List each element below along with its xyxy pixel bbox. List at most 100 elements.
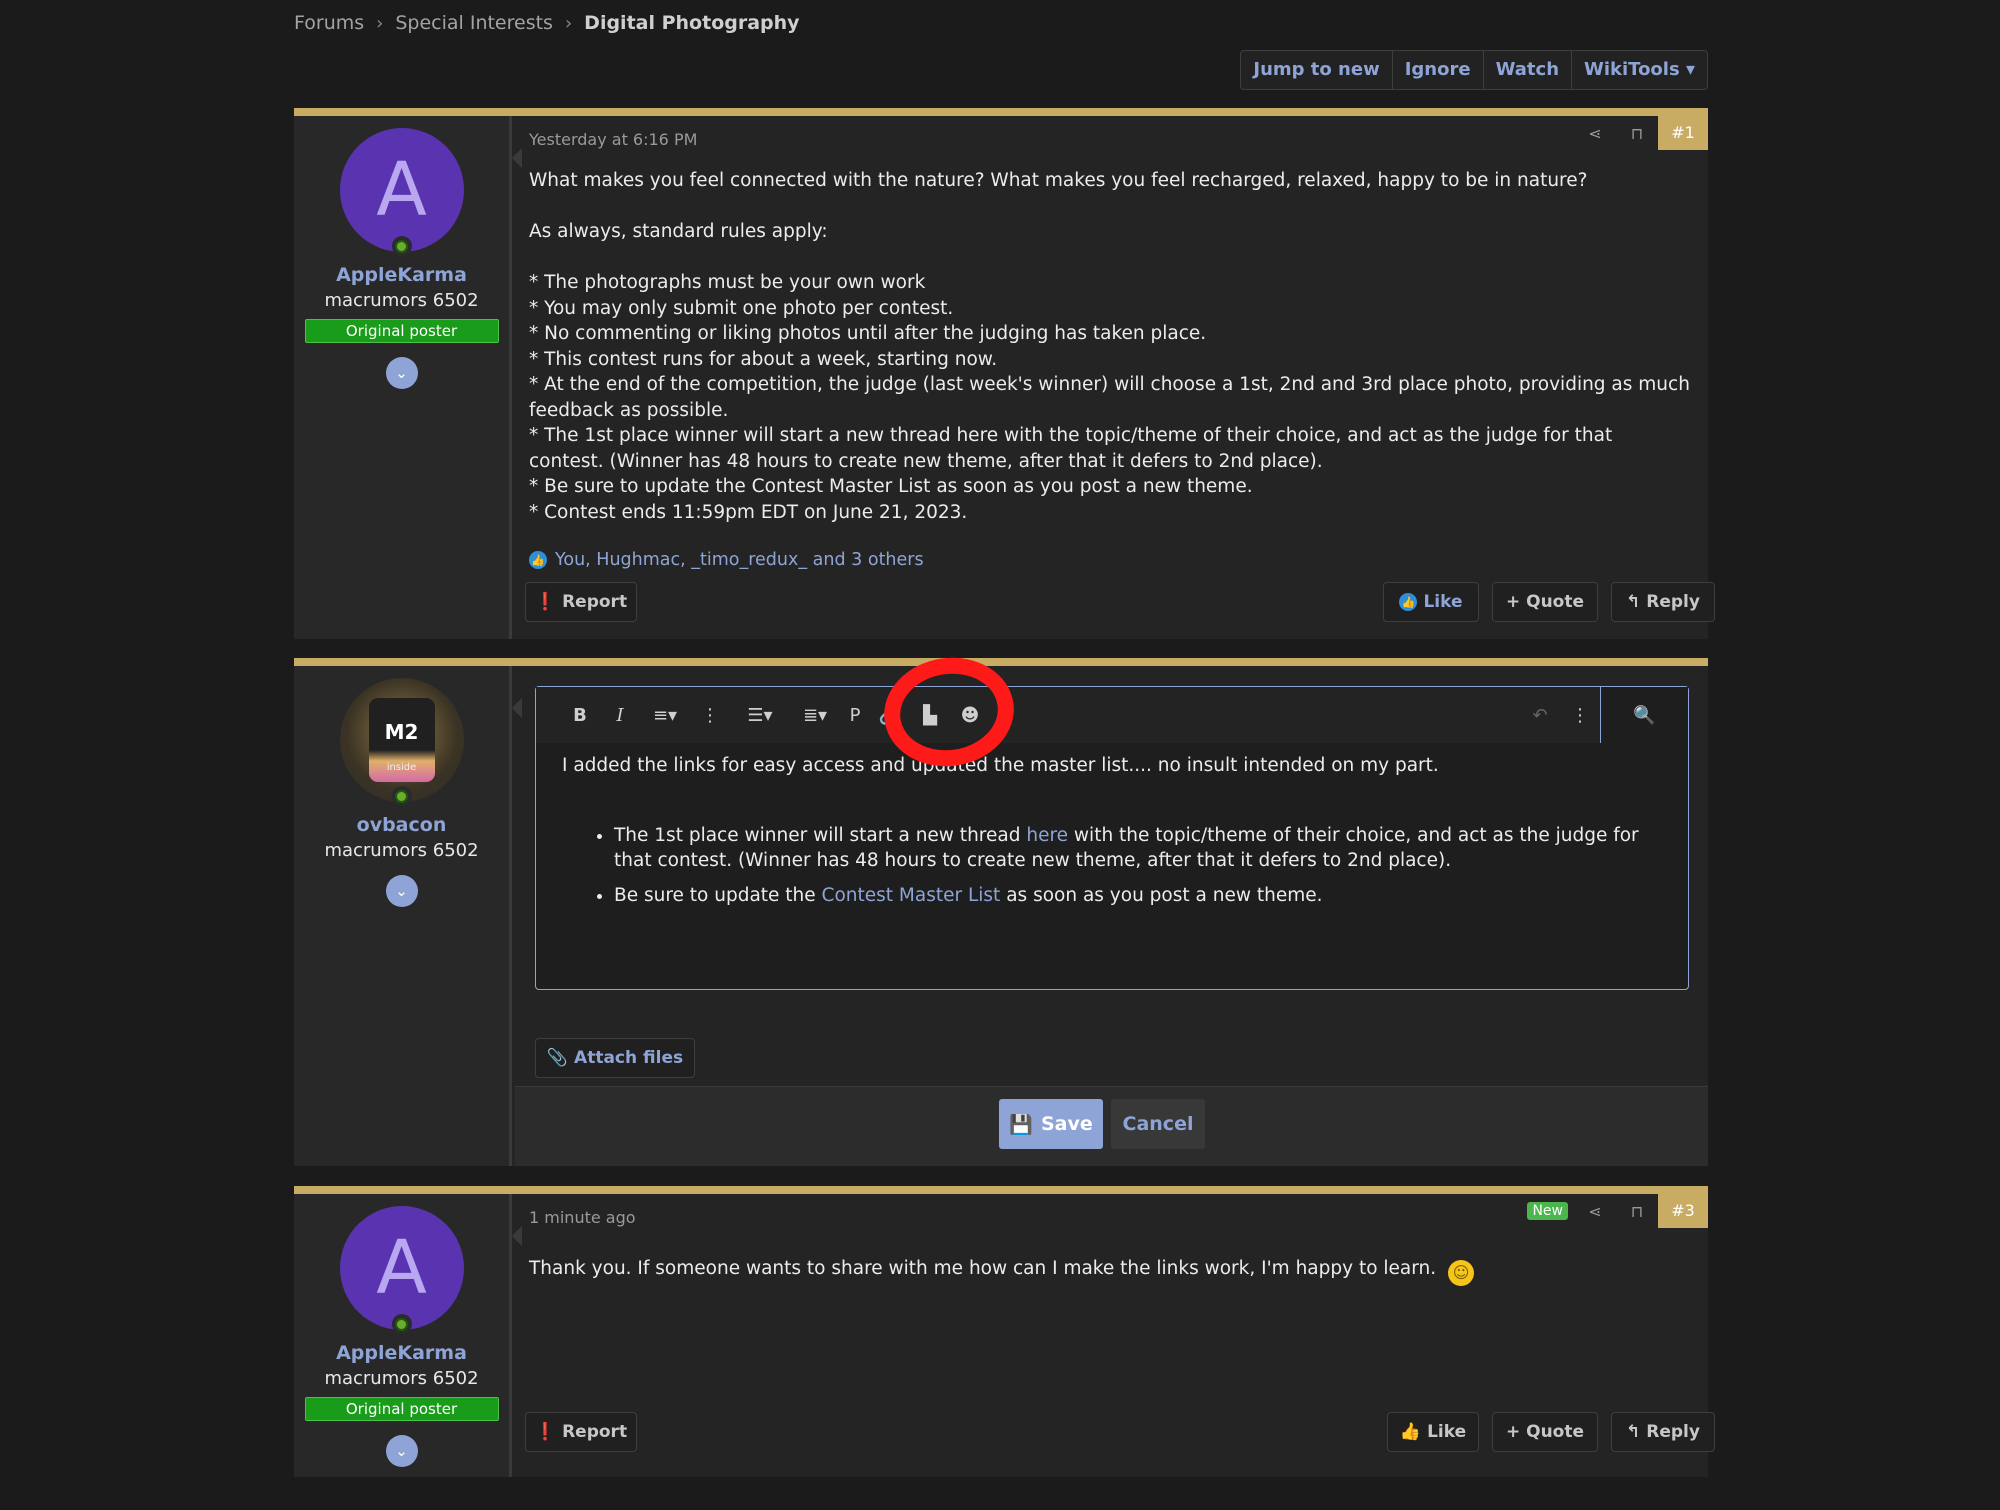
post-3: A AppleKarma macrumors 6502 Original pos… bbox=[294, 1186, 1715, 1477]
m2-chip-icon: M2 inside bbox=[368, 698, 435, 782]
reactions-list[interactable]: You, Hughmac, _timo_redux_ and 3 others bbox=[555, 550, 924, 570]
breadcrumb-special-interests[interactable]: Special Interests bbox=[395, 12, 553, 34]
user-title: macrumors 6502 bbox=[324, 290, 479, 311]
username[interactable]: AppleKarma bbox=[294, 1342, 509, 1364]
user-title: macrumors 6502 bbox=[324, 1368, 479, 1389]
jump-to-new-button[interactable]: Jump to new bbox=[1241, 51, 1391, 89]
post-3-user-panel: A AppleKarma macrumors 6502 Original pos… bbox=[294, 1194, 522, 1477]
paragraph-format-button[interactable]: P bbox=[840, 705, 870, 726]
more-options-right-icon[interactable]: ⋮ bbox=[1560, 705, 1600, 726]
quote-button[interactable]: + Quote bbox=[1492, 1412, 1598, 1452]
italic-button[interactable]: I bbox=[600, 705, 640, 726]
expand-user-info-button[interactable]: ⌄ bbox=[385, 875, 418, 907]
username[interactable]: ovbacon bbox=[294, 814, 509, 836]
editor-list: The 1st place winner will start a new th… bbox=[562, 823, 1658, 909]
breadcrumb-forums[interactable]: Forums bbox=[294, 12, 364, 34]
editor-content[interactable]: I added the links for easy access and up… bbox=[562, 753, 1658, 917]
like-label: Like bbox=[1427, 1422, 1467, 1442]
post-number[interactable]: #1 bbox=[1658, 116, 1708, 150]
like-label: Like bbox=[1423, 592, 1463, 612]
username[interactable]: AppleKarma bbox=[294, 264, 509, 286]
bookmark-icon[interactable]: ⊓ bbox=[1616, 1202, 1658, 1221]
reply-label: Reply bbox=[1646, 1422, 1700, 1442]
share-icon[interactable]: ⋖ bbox=[1574, 1202, 1616, 1221]
text-segment: The 1st place winner will start a new th… bbox=[614, 824, 1027, 846]
post-2-content: B I ≡▾ ⋮ ☰▾ ≣▾ P 🔗 ▙ ☻ ⋮ ↶ ⋮ 🔍 I added t… bbox=[515, 666, 1708, 1166]
online-status-icon bbox=[391, 1314, 412, 1334]
expand-user-info-button[interactable]: ⌄ bbox=[385, 357, 418, 389]
reply-button[interactable]: ↰ Reply bbox=[1611, 582, 1715, 622]
post-2-user-panel: M2 inside ovbacon macrumors 6502 ⌄ bbox=[294, 666, 522, 1166]
report-label: Report bbox=[562, 1422, 628, 1442]
list-item: The 1st place winner will start a new th… bbox=[614, 823, 1658, 874]
breadcrumb-current[interactable]: Digital Photography bbox=[584, 12, 799, 34]
align-dropdown-icon[interactable]: ≣▾ bbox=[790, 705, 840, 726]
chip-label: M2 bbox=[384, 720, 419, 744]
ignore-button[interactable]: Ignore bbox=[1391, 51, 1483, 89]
editor-intro: I added the links for easy access and up… bbox=[562, 755, 1439, 776]
avatar[interactable]: M2 inside bbox=[339, 678, 464, 806]
online-status-icon bbox=[391, 786, 412, 806]
share-icon[interactable]: ⋖ bbox=[1574, 124, 1616, 143]
post-body: Thank you. If someone wants to share wit… bbox=[529, 1256, 1690, 1286]
post-actions-top: New ⋖ ⊓ #3 bbox=[1527, 1194, 1708, 1228]
here-link[interactable]: here bbox=[1026, 825, 1068, 846]
breadcrumb: Forums › Special Interests › Digital Pho… bbox=[294, 12, 800, 34]
post-date[interactable]: 1 minute ago bbox=[529, 1208, 636, 1227]
reply-button[interactable]: ↰ Reply bbox=[1611, 1412, 1715, 1452]
rich-text-editor[interactable]: B I ≡▾ ⋮ ☰▾ ≣▾ P 🔗 ▙ ☻ ⋮ ↶ ⋮ 🔍 I added t… bbox=[535, 686, 1689, 990]
breadcrumb-separator: › bbox=[376, 12, 384, 34]
text-segment: Be sure to update the bbox=[614, 884, 822, 906]
reply-icon: ↰ bbox=[1626, 592, 1641, 612]
online-status-icon bbox=[391, 236, 412, 256]
attach-files-button[interactable]: 📎 Attach files bbox=[535, 1038, 695, 1078]
more-options-icon[interactable]: ⋮ bbox=[690, 705, 730, 726]
cancel-button[interactable]: Cancel bbox=[1111, 1099, 1205, 1149]
thumbs-up-icon: 👍 bbox=[1399, 1422, 1422, 1442]
undo-icon[interactable]: ↶ bbox=[1520, 705, 1560, 726]
post-number[interactable]: #3 bbox=[1658, 1194, 1708, 1228]
post-1-user-panel: A AppleKarma macrumors 6502 Original pos… bbox=[294, 116, 522, 639]
avatar-letter: A bbox=[376, 147, 427, 233]
post-line: * You may only submit one photo per cont… bbox=[529, 297, 954, 319]
contest-master-list-link[interactable]: Contest Master List bbox=[822, 885, 1001, 906]
watch-button[interactable]: Watch bbox=[1482, 51, 1571, 89]
avatar[interactable]: A bbox=[339, 128, 464, 256]
post-line: * Contest ends 11:59pm EDT on June 21, 2… bbox=[529, 501, 968, 523]
text-style-dropdown-icon[interactable]: ≡▾ bbox=[640, 705, 690, 726]
post-date[interactable]: Yesterday at 6:16 PM bbox=[529, 130, 697, 149]
list-dropdown-icon[interactable]: ☰▾ bbox=[730, 705, 790, 726]
post-line: What makes you feel connected with the n… bbox=[529, 170, 1588, 191]
save-button[interactable]: 💾 Save bbox=[999, 1099, 1103, 1149]
avatar[interactable]: A bbox=[339, 1206, 464, 1334]
editor-footer: 💾 Save Cancel bbox=[515, 1086, 1708, 1166]
chip-sublabel: inside bbox=[386, 762, 417, 773]
quote-button[interactable]: + Quote bbox=[1492, 582, 1598, 622]
bookmark-icon[interactable]: ⊓ bbox=[1616, 124, 1658, 143]
thread-tools: Jump to new Ignore Watch WikiTools ▾ bbox=[1240, 50, 1708, 90]
paperclip-icon: 📎 bbox=[546, 1048, 569, 1068]
reactions-bar[interactable]: 👍 You, Hughmac, _timo_redux_ and 3 other… bbox=[529, 550, 924, 570]
like-button[interactable]: 👍 Like bbox=[1387, 1412, 1479, 1452]
post-line bbox=[529, 194, 1690, 220]
floppy-disk-icon: 💾 bbox=[1009, 1113, 1033, 1136]
breadcrumb-separator: › bbox=[564, 12, 573, 34]
post-line: * No commenting or liking photos until a… bbox=[529, 323, 1207, 344]
post-3-content: 1 minute ago New ⋖ ⊓ #3 Thank you. If so… bbox=[515, 1194, 1715, 1477]
report-button[interactable]: ❗ Report bbox=[525, 1412, 637, 1452]
user-title: macrumors 6502 bbox=[324, 840, 479, 861]
post-actions-top: ⋖ ⊓ #1 bbox=[1574, 116, 1708, 150]
preview-icon[interactable]: 🔍 bbox=[1600, 687, 1688, 743]
like-button[interactable]: 👍 Like bbox=[1383, 582, 1479, 622]
wikitools-button[interactable]: WikiTools ▾ bbox=[1571, 51, 1707, 89]
report-button[interactable]: ❗ Report bbox=[525, 582, 637, 622]
expand-user-info-button[interactable]: ⌄ bbox=[385, 1435, 418, 1467]
like-icon: 👍 bbox=[1399, 593, 1418, 611]
alert-icon: ❗ bbox=[534, 1422, 557, 1442]
original-poster-badge: Original poster bbox=[304, 1397, 499, 1421]
bold-button[interactable]: B bbox=[560, 705, 600, 726]
alert-icon: ❗ bbox=[534, 592, 557, 612]
new-badge: New bbox=[1527, 1202, 1568, 1220]
original-poster-badge: Original poster bbox=[304, 319, 499, 343]
like-reaction-icon: 👍 bbox=[529, 551, 547, 569]
